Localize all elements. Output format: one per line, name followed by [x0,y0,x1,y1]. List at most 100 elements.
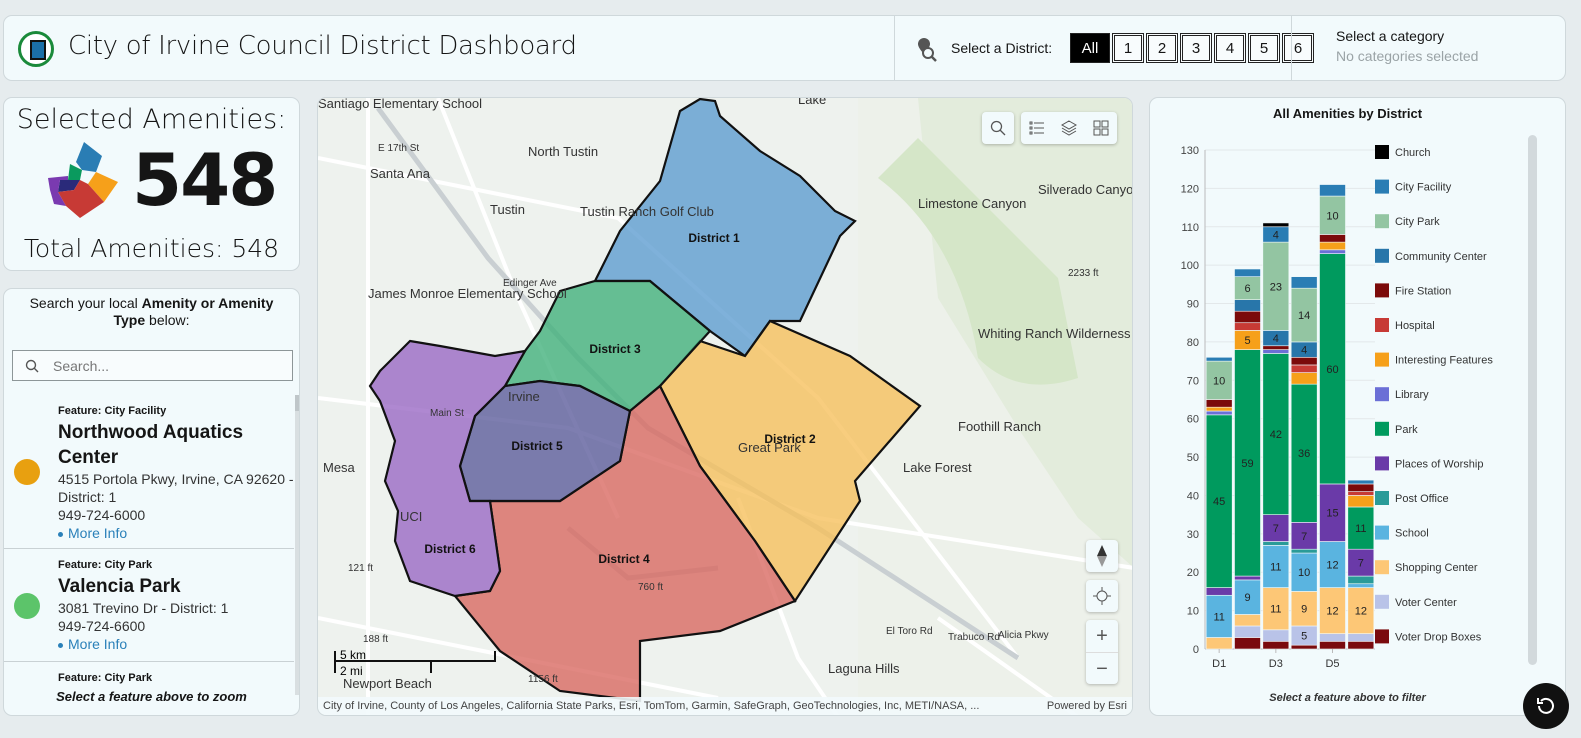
more-info-link[interactable]: More Info [58,524,294,542]
feature-name: Northwood Aquatics Center [58,422,244,468]
legend-swatch[interactable] [1375,318,1389,332]
legend-item[interactable]: Fire Station [1395,285,1451,297]
category-selector[interactable]: Select a category No categories selected [1291,16,1566,80]
legend-item[interactable]: Community Center [1395,251,1487,263]
compass-button[interactable] [1086,540,1118,572]
legend-swatch[interactable] [1375,456,1389,471]
map-canvas[interactable]: District 1 District 2 District 3 Distric… [318,98,1133,716]
map-search-button[interactable] [982,112,1014,144]
chart-footer: Select a feature above to filter [1269,692,1426,704]
data-label: 12 [1355,606,1367,618]
legend-item[interactable]: Library [1395,389,1429,401]
search-input[interactable]: Search... [12,350,293,381]
district-map[interactable]: District 1 District 2 District 3 Distric… [317,97,1133,716]
place-label: Lake Forest [903,460,972,475]
basemap-gallery-icon[interactable] [1093,120,1109,136]
legend-scrollbar[interactable] [1528,135,1537,665]
map-attribution: City of Irvine, County of Los Angeles, C… [318,697,1132,715]
district-button-1[interactable]: 1 [1112,33,1144,63]
legend-swatch[interactable] [1375,491,1389,505]
legend-item[interactable]: Places of Worship [1395,458,1483,470]
legend-swatch[interactable] [1375,387,1389,402]
legend-item[interactable]: Hospital [1395,320,1435,332]
district-1-label: District 1 [688,231,740,245]
zoom-in-button[interactable]: + [1096,620,1108,652]
legend-item[interactable]: Voter Drop Boxes [1395,631,1482,643]
district-button-3[interactable]: 3 [1180,33,1212,63]
list-scrollbar[interactable] [295,395,299,695]
bar-segment-D4-post-office [1290,548,1318,554]
place-label: Laguna Hills [828,661,900,676]
locate-button[interactable] [1086,580,1118,612]
zoom-out-button[interactable]: − [1086,652,1118,684]
summary-heading: Selected Amenities: [16,104,287,135]
district-button-all[interactable]: All [1070,33,1110,63]
y-tick-label: 90 [1187,299,1199,311]
district-4-label: District 4 [598,552,650,566]
data-label: 10 [1298,567,1310,579]
legend-item[interactable]: Shopping Center [1395,562,1478,574]
bar-segment-D1-shopping-center [1205,637,1233,650]
legend-item[interactable]: Interesting Features [1395,355,1493,367]
data-label: 7 [1273,523,1279,535]
data-label: 10 [1326,210,1338,222]
list-item[interactable]: Feature: City Park Valencia Park 3081 Tr… [4,549,294,662]
legend-item[interactable]: Voter Center [1395,597,1457,609]
category-title: Select a category [1336,28,1445,44]
data-label: 7 [1301,531,1307,543]
legend-swatch[interactable] [1375,352,1389,367]
category-placeholder: No categories selected [1336,48,1479,64]
legend-item[interactable]: Post Office [1395,493,1449,505]
place-label: Lake [798,98,826,107]
legend-swatch[interactable] [1375,179,1389,194]
legend-item[interactable]: Church [1395,147,1430,159]
data-label: 4 [1273,333,1279,345]
more-info-link[interactable]: More Info [58,635,294,653]
legend-swatch[interactable] [1375,214,1389,229]
list-item[interactable]: Feature: City Facility Northwood Aquatic… [4,395,294,549]
search-icon [990,120,1006,136]
legend-swatch[interactable] [1375,594,1389,609]
legend-swatch[interactable] [1375,421,1389,436]
legend-item[interactable]: City Facility [1395,182,1452,194]
data-label: 11 [1213,611,1224,623]
legend-swatch[interactable] [1375,283,1389,298]
legend-item[interactable]: City Park [1395,216,1440,228]
bar-segment-D6-city-facility [1347,479,1375,485]
district-3-label: District 3 [589,342,641,356]
legend-swatch[interactable] [1375,629,1389,644]
bar-segment-D2-voter-drop-boxes [1234,637,1261,650]
place-label: UCI [400,509,422,524]
data-label: 9 [1244,592,1250,604]
data-label: 6 [1244,283,1250,295]
y-tick-label: 40 [1187,490,1199,502]
place-label: Foothill Ranch [958,419,1041,434]
bar-segment-D3-library [1262,349,1290,354]
bar-segment-D2-shopping-center [1234,614,1261,627]
district-button-2[interactable]: 2 [1146,33,1178,63]
data-label: 12 [1326,560,1338,572]
district-button-4[interactable]: 4 [1214,33,1246,63]
place-label: Tustin Ranch Golf Club [580,204,714,219]
compass-icon [1097,545,1107,567]
legend-swatch[interactable] [1375,145,1389,159]
bar-segment-D4-city-facility [1290,276,1318,289]
legend-list-icon[interactable] [1029,120,1045,136]
powered-by-esri-link[interactable]: Powered by Esri [1047,700,1127,712]
y-tick-label: 60 [1187,414,1199,426]
layers-icon[interactable] [1061,120,1077,136]
refresh-button[interactable] [1523,683,1569,729]
bar-segment-D5-fire-station [1319,234,1346,243]
district-5-label: District 5 [511,439,563,453]
legend-swatch[interactable] [1375,248,1389,263]
district-button-5[interactable]: 5 [1248,33,1280,63]
place-label: Tustin [490,202,525,217]
legend-item[interactable]: School [1395,528,1429,540]
place-label: 2233 ft [1068,268,1099,279]
bar-segment-D1-library [1205,410,1233,416]
legend-swatch[interactable] [1375,525,1389,540]
legend-swatch[interactable] [1375,560,1389,575]
y-tick-label: 30 [1187,529,1199,541]
district-6-label: District 6 [424,542,476,556]
legend-item[interactable]: Park [1395,424,1418,436]
